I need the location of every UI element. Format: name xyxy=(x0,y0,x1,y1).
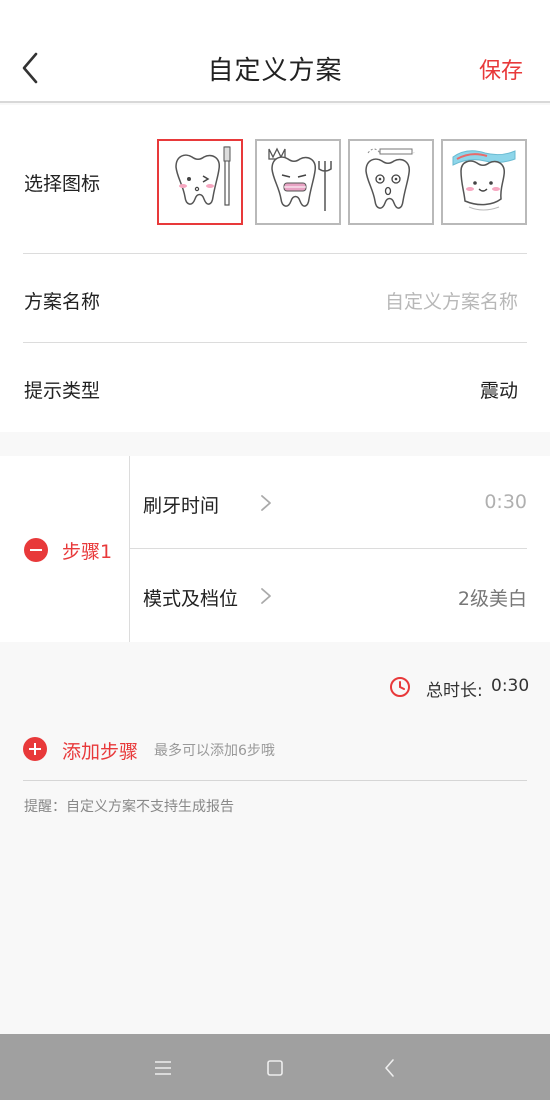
icon-option-2[interactable] xyxy=(255,139,341,225)
reminder-text: 提醒：自定义方案不支持生成报告 xyxy=(24,799,234,815)
plan-name-input[interactable]: 自定义方案名称 xyxy=(385,287,518,314)
page-title: 自定义方案 xyxy=(207,56,343,86)
brush-time-value[interactable]: 0:30 xyxy=(484,491,527,513)
add-step-button[interactable] xyxy=(23,737,47,761)
mode-label[interactable]: 模式及档位 xyxy=(143,584,238,611)
menu-icon[interactable] xyxy=(151,1056,175,1080)
chevron-right-icon xyxy=(261,588,271,604)
chevron-right-icon xyxy=(261,495,271,511)
tooth-with-brush-icon xyxy=(175,146,231,206)
divider xyxy=(130,548,527,549)
tooth-with-toothpaste-icon xyxy=(452,150,516,211)
divider xyxy=(23,342,527,343)
step-label: 步骤1 xyxy=(62,541,113,563)
save-button[interactable]: 保存 xyxy=(479,53,523,85)
divider xyxy=(129,456,130,642)
back-nav-icon[interactable] xyxy=(378,1056,402,1080)
total-duration-value: 0:30 xyxy=(491,676,530,696)
remove-step-button[interactable] xyxy=(24,538,48,562)
mode-value[interactable]: 2级美白 xyxy=(458,584,527,611)
prompt-type-label: 提示类型 xyxy=(24,380,101,402)
clock-icon xyxy=(390,677,410,697)
brush-time-label[interactable]: 刷牙时间 xyxy=(143,491,219,518)
divider xyxy=(23,253,527,254)
tooth-with-crown-trident-icon xyxy=(268,147,332,211)
icon-option-3[interactable] xyxy=(348,139,434,225)
tooth-surprised-icon xyxy=(365,148,415,209)
header-bar: 自定义方案 保存 xyxy=(0,0,550,103)
step-card: 步骤1 刷牙时间 0:30 模式及档位 2级美白 xyxy=(0,456,550,642)
add-step-hint: 最多可以添加6步哦 xyxy=(154,743,275,759)
home-icon[interactable] xyxy=(263,1056,287,1080)
plan-settings-card: 选择图标 方案名称 自定义方案名称 提示类型 震动 xyxy=(0,105,550,432)
divider xyxy=(23,780,527,781)
prompt-type-select[interactable]: 震动 xyxy=(480,376,518,403)
icon-option-4[interactable] xyxy=(441,139,527,225)
plan-name-label: 方案名称 xyxy=(24,291,101,313)
system-nav-bar xyxy=(0,1034,550,1100)
icon-picker-label: 选择图标 xyxy=(24,173,101,195)
total-duration-label: 总时长: xyxy=(426,681,483,701)
icon-option-1[interactable] xyxy=(157,139,243,225)
add-step-label[interactable]: 添加步骤 xyxy=(62,737,138,764)
